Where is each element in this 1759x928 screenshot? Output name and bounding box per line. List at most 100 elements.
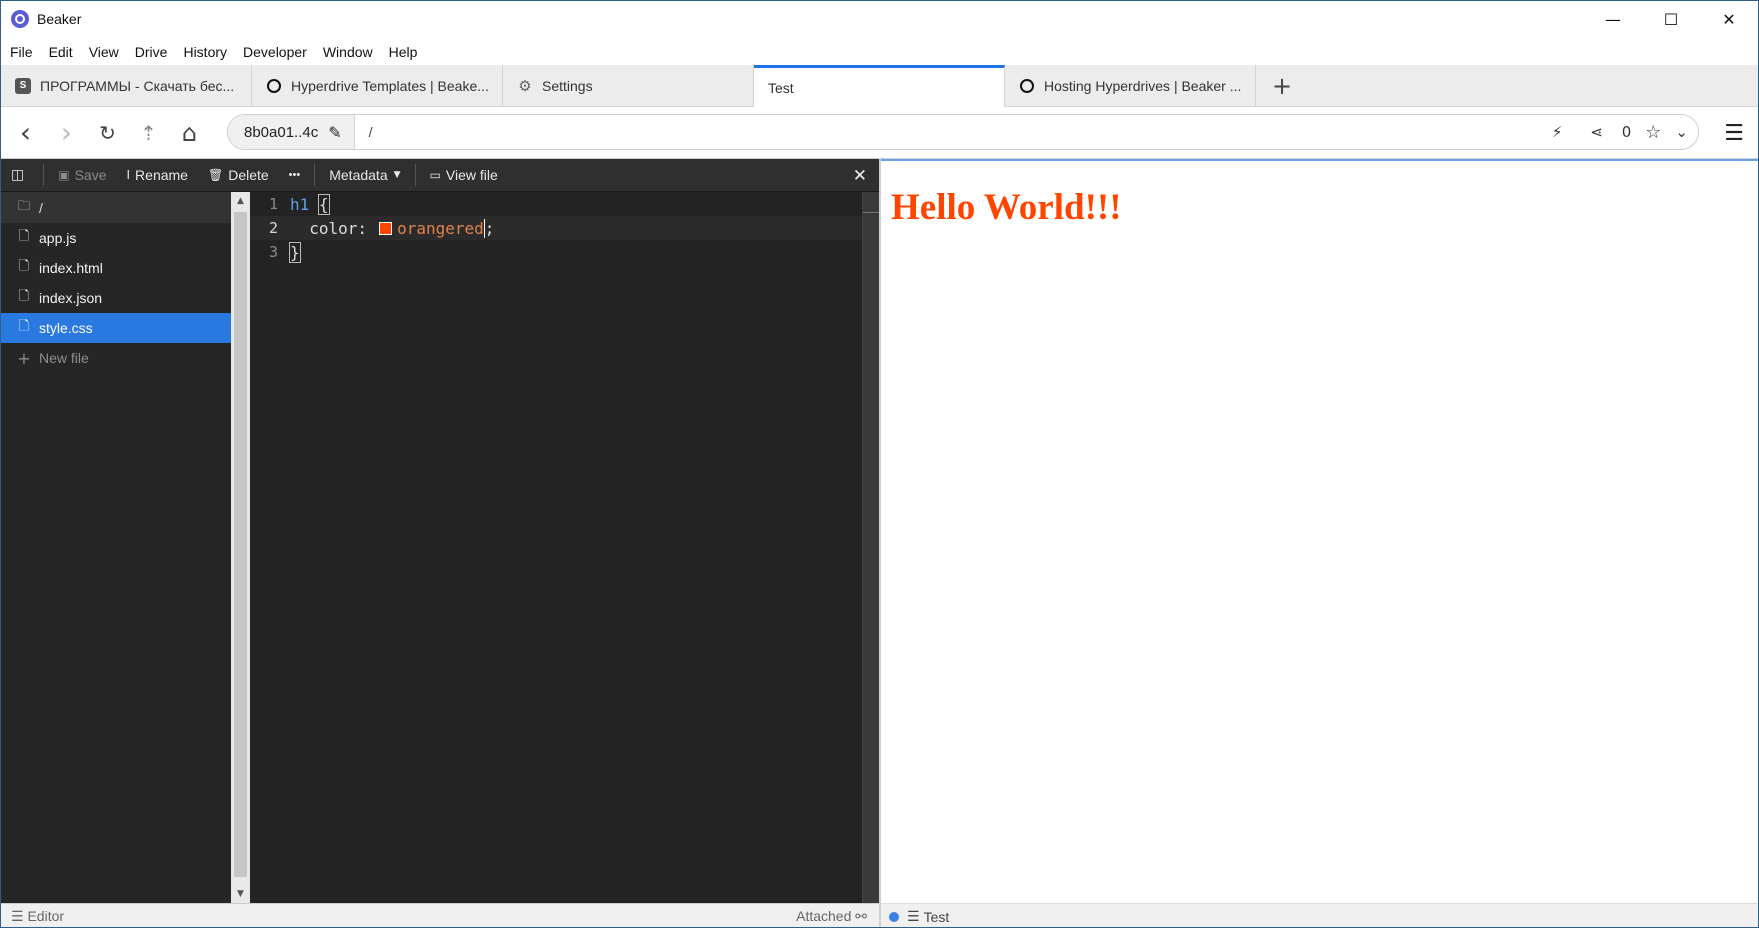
file-icon: 🗋 (18, 229, 30, 244)
menu-drive[interactable]: Drive (135, 44, 168, 60)
file-item[interactable]: 🗋 app.js (1, 223, 231, 253)
bolt-icon[interactable]: ⚡ (1552, 123, 1563, 141)
save-icon: ▣ (58, 168, 70, 182)
code-line-current: 2 color: orangered; (250, 216, 862, 240)
delete-button[interactable]: 🗑 Delete (198, 159, 279, 192)
file-icon: 🗋 (18, 289, 30, 304)
code-line: 1 h1 { (250, 192, 862, 216)
title-bar: Beaker — ☐ ✕ (1, 1, 1758, 37)
css-selector: h1 (290, 194, 310, 214)
menu-file[interactable]: File (10, 44, 33, 60)
line-number: 3 (268, 243, 278, 261)
toolbar-separator (414, 164, 416, 186)
sidebar-scrollbar[interactable]: ▲ ▼ (231, 192, 250, 903)
forward-button[interactable]: › (46, 113, 87, 153)
close-window-button[interactable]: ✕ (1700, 1, 1758, 37)
new-tab-button[interactable]: + (1256, 65, 1308, 107)
css-property: color: (309, 218, 368, 238)
status-dot-icon (889, 911, 899, 922)
scroll-up-arrow-icon[interactable]: ▲ (231, 192, 250, 210)
address-bar[interactable]: 8b0a01..4c ✎ / ⚡ ⋖ 0 ☆ ⌄ (227, 114, 1699, 150)
save-button[interactable]: ▣ Save (48, 159, 116, 192)
peers-button[interactable]: ⋖ 0 (1576, 123, 1631, 141)
menu-history[interactable]: History (183, 44, 227, 60)
css-value: orangered (397, 218, 484, 238)
code-scrollbar[interactable] (862, 192, 879, 903)
menu-edit[interactable]: Edit (49, 44, 73, 60)
chevron-down-icon[interactable]: ⌄ (1675, 123, 1688, 141)
menu-help[interactable]: Help (389, 44, 418, 60)
close-editor-button[interactable]: ✕ (853, 159, 867, 192)
tab-label: Hosting Hyperdrives | Beaker ... (1044, 78, 1242, 94)
menu-window[interactable]: Window (323, 44, 373, 60)
color-swatch[interactable] (379, 221, 393, 235)
address-bar-actions: ⚡ ⋖ 0 ☆ ⌄ (1538, 115, 1688, 149)
hamburger-icon: ☰ (11, 909, 24, 925)
preview-heading: Hello World!!! (891, 187, 1122, 228)
attached-toggle[interactable]: Attached ⚯ (796, 908, 867, 925)
rename-button[interactable]: I Rename (117, 159, 198, 192)
editor-toolbar: ◫ ▣ Save I Rename 🗑 Delete ••• Metadata ▼ ▭ V… (1, 159, 879, 192)
more-button[interactable]: ••• (279, 159, 311, 192)
file-item[interactable]: 🗋 index.html (1, 253, 231, 283)
editor-status-bar: ☰ Editor Attached ⚯ (1, 903, 879, 927)
file-icon: 🗋 (18, 319, 30, 334)
hamburger-icon[interactable]: ☰ (907, 909, 920, 925)
code-editor[interactable]: 1 h1 { 2 color: orangered; 3 } (250, 192, 862, 903)
toggle-sidebar-button[interactable]: ◫ (1, 159, 39, 192)
minimize-button[interactable]: — (1584, 1, 1642, 37)
menu-view[interactable]: View (89, 44, 119, 60)
hamburger-menu-button[interactable]: ☰ (1724, 107, 1744, 159)
file-item[interactable]: 🗋 index.json (1, 283, 231, 313)
gear-icon: ⚙ (518, 77, 532, 95)
view-file-button[interactable]: ▭ View file (420, 159, 508, 192)
folder-path: / (39, 199, 43, 216)
file-name: index.html (39, 260, 103, 276)
edit-pencil-icon[interactable]: ✎ (328, 123, 341, 142)
site-key: 8b0a01..4c (244, 123, 319, 141)
bookmark-star-icon[interactable]: ☆ (1645, 122, 1661, 143)
home-button[interactable]: ⌂ (169, 113, 210, 153)
browser-window: Beaker — ☐ ✕ File Edit View Drive Histor… (0, 0, 1759, 928)
close-brace: } (289, 241, 301, 263)
tab-hosting-hyperdrives[interactable]: Hosting Hyperdrives | Beaker ... (1005, 65, 1256, 107)
tab-programs[interactable]: S ПРОГРАММЫ - Скачать бес... (1, 65, 252, 107)
rename-label: Rename (135, 167, 188, 183)
window-icon: ▭ (429, 168, 441, 182)
file-item-selected[interactable]: 🗋 style.css (1, 313, 231, 343)
semicolon: ; (484, 218, 495, 238)
menu-developer[interactable]: Developer (243, 44, 307, 60)
scrollbar-thumb[interactable] (234, 212, 247, 877)
delete-label: Delete (228, 167, 269, 183)
page-preview: Hello World!!! (881, 159, 1758, 903)
up-directory-button[interactable]: ⇡ (128, 113, 169, 153)
file-name: app.js (39, 230, 77, 246)
plus-icon: + (17, 348, 31, 368)
editor-pane: ◫ ▣ Save I Rename 🗑 Delete ••• Metadata ▼ ▭ V… (1, 159, 879, 927)
preview-status-bar: ☰ Test (881, 903, 1758, 927)
beaker-logo-icon (11, 10, 29, 28)
metadata-dropdown[interactable]: Metadata ▼ (319, 159, 410, 192)
line-number: 1 (268, 195, 278, 213)
columns-icon: ◫ (11, 167, 25, 183)
url-path[interactable]: / (369, 124, 373, 140)
editor-label: Editor (27, 908, 65, 924)
reload-button[interactable]: ↻ (87, 113, 128, 153)
back-button[interactable]: ‹ (5, 113, 46, 153)
toolbar-separator (314, 164, 316, 186)
new-file-button[interactable]: + New file (1, 343, 231, 373)
file-icon: 🗋 (18, 259, 30, 274)
folder-root[interactable]: 🗀 / (1, 192, 231, 223)
editor-panel-label[interactable]: ☰ Editor (11, 908, 64, 925)
maximize-button[interactable]: ☐ (1642, 1, 1700, 37)
tab-test[interactable]: Test (754, 65, 1005, 108)
beaker-ring-icon (1019, 78, 1035, 94)
site-info-button[interactable]: 8b0a01..4c ✎ (228, 115, 355, 149)
scroll-down-arrow-icon[interactable]: ▼ (231, 885, 250, 903)
share-icon: ⋖ (1590, 123, 1603, 141)
open-brace: { (317, 193, 330, 215)
tab-label: Hyperdrive Templates | Beake... (291, 78, 489, 94)
save-label: Save (74, 167, 107, 183)
tab-hyperdrive-templates[interactable]: Hyperdrive Templates | Beake... (252, 65, 503, 107)
tab-settings[interactable]: ⚙ Settings (503, 65, 754, 107)
